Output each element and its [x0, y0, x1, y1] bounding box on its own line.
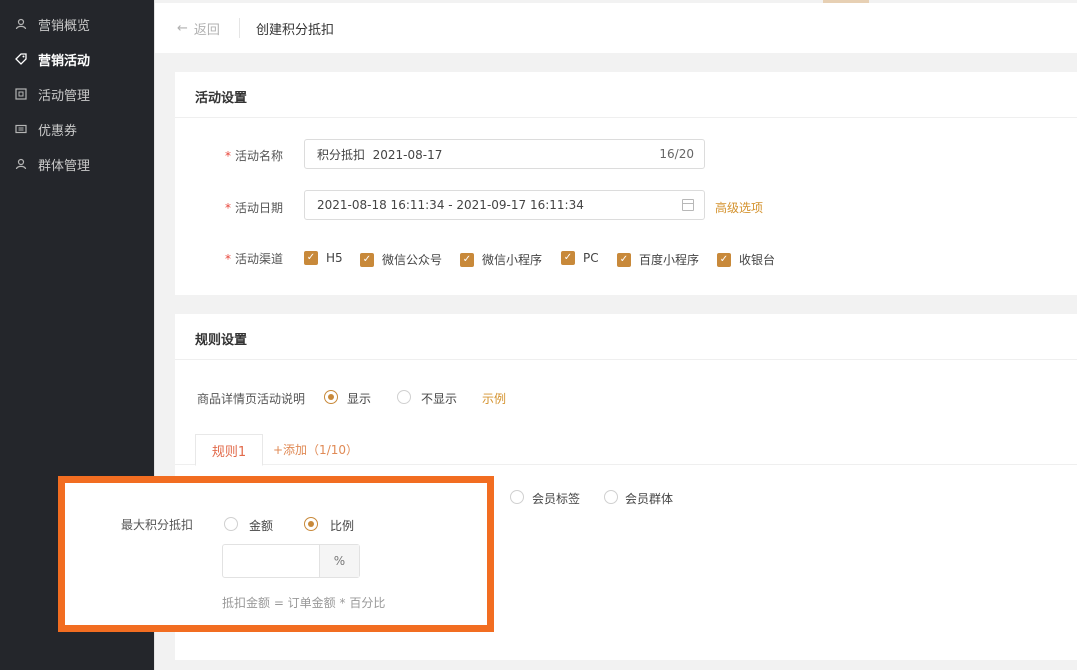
- tab-baseline: [175, 464, 1077, 465]
- activity-name-label: * 活动名称: [225, 147, 283, 164]
- sidebar-item-group-management[interactable]: 群体管理: [14, 154, 90, 174]
- deduct-formula-hint: 抵扣金额 = 订单金额 * 百分比: [222, 596, 386, 610]
- checkbox-checked-icon: ✓: [561, 251, 575, 265]
- channel-checkbox-cashier[interactable]: ✓ 收银台: [717, 251, 775, 268]
- tab-rule-1[interactable]: 规则1: [195, 434, 263, 466]
- channel-checkbox-pc[interactable]: ✓ PC: [561, 251, 599, 265]
- checkbox-label: 百度小程序: [639, 253, 700, 267]
- radio-show-label: 显示: [347, 392, 372, 406]
- divider: [175, 117, 1077, 118]
- max-deduct-highlight: 最大积分抵扣 金额 比例 % 抵扣金额 = 订单金额 * 百分比: [58, 476, 494, 632]
- tag-icon: [14, 52, 28, 66]
- add-rule-button[interactable]: +添加（1/10）: [273, 441, 358, 458]
- activity-settings-card: 活动设置 * 活动名称 积分抵扣 2021-08-17 16/20 * 活动日期 2…: [175, 72, 1077, 295]
- sidebar-item-label: 群体管理: [38, 158, 91, 174]
- radio-hide-label: 不显示: [421, 392, 458, 406]
- checkbox-label: 微信小程序: [482, 253, 543, 267]
- sidebar-item-marketing-overview[interactable]: 营销概览: [14, 14, 90, 34]
- section-title: 规则设置: [195, 333, 248, 348]
- label-text: 活动日期: [235, 201, 284, 215]
- header-divider: [239, 18, 240, 38]
- sidebar-item-label: 优惠券: [38, 123, 78, 139]
- user-icon: [14, 157, 28, 171]
- ticket-icon: [14, 122, 28, 136]
- activity-channel-label: * 活动渠道: [225, 250, 283, 267]
- checkbox-checked-icon: ✓: [460, 252, 474, 267]
- product-desc-label: 商品详情页活动说明: [197, 392, 306, 406]
- checkbox-checked-icon: ✓: [360, 252, 374, 267]
- example-link[interactable]: 示例: [482, 390, 506, 407]
- radio-member-group[interactable]: [604, 490, 618, 504]
- channel-checkbox-h5[interactable]: ✓ H5: [304, 251, 343, 265]
- checkbox-checked-icon: ✓: [304, 251, 318, 265]
- max-deduct-label: 最大积分抵扣: [121, 518, 194, 532]
- char-counter: 16/20: [659, 147, 694, 161]
- radio-amount[interactable]: [224, 517, 238, 531]
- activity-name-input[interactable]: 积分抵扣 2021-08-17 16/20: [304, 139, 705, 169]
- channel-checkbox-wechat-official[interactable]: ✓ 微信公众号: [360, 251, 442, 268]
- radio-show[interactable]: [324, 390, 338, 404]
- sidebar-item-label: 营销概览: [38, 18, 91, 34]
- checkbox-checked-icon: ✓: [617, 252, 631, 267]
- checkbox-label: 收银台: [739, 253, 776, 267]
- date-range-value: 2021-08-18 16:11:34 - 2021-09-17 16:11:3…: [317, 198, 584, 212]
- radio-amount-label: 金额: [249, 519, 274, 533]
- channel-checkbox-wechat-miniapp[interactable]: ✓ 微信小程序: [460, 251, 542, 268]
- required-mark: *: [225, 149, 231, 163]
- grid-icon: [14, 87, 28, 101]
- radio-member-group-label: 会员群体: [625, 492, 674, 506]
- checkbox-label: PC: [583, 251, 599, 265]
- radio-hide[interactable]: [397, 390, 411, 404]
- input-value: 积分抵扣 2021-08-17: [317, 147, 443, 162]
- back-button[interactable]: ← 返回: [177, 19, 220, 38]
- label-text: 活动名称: [235, 149, 284, 163]
- page-header: ← 返回 创建积分抵扣: [155, 3, 1077, 53]
- checkbox-label: H5: [326, 251, 343, 265]
- user-icon: [14, 17, 28, 31]
- ratio-input[interactable]: %: [222, 544, 360, 578]
- checkbox-checked-icon: ✓: [717, 252, 731, 267]
- activity-date-label: * 活动日期: [225, 199, 283, 216]
- advanced-options-link[interactable]: 高级选项: [715, 199, 763, 216]
- sidebar-item-marketing-activity[interactable]: 营销活动: [14, 49, 90, 69]
- divider: [175, 359, 1077, 360]
- sidebar-item-label: 活动管理: [38, 88, 91, 104]
- arrow-left-icon: ←: [177, 21, 188, 36]
- radio-member-tag[interactable]: [510, 490, 524, 504]
- required-mark: *: [225, 201, 231, 215]
- activity-date-picker[interactable]: 2021-08-18 16:11:34 - 2021-09-17 16:11:3…: [304, 190, 705, 220]
- calendar-icon: [682, 199, 694, 211]
- checkbox-label: 微信公众号: [382, 253, 443, 267]
- radio-ratio-label: 比例: [330, 519, 355, 533]
- channel-checkbox-baidu-miniapp[interactable]: ✓ 百度小程序: [617, 251, 699, 268]
- sidebar-item-label: 营销活动: [38, 53, 91, 69]
- sidebar-item-coupons[interactable]: 优惠券: [14, 119, 77, 139]
- radio-ratio[interactable]: [304, 517, 318, 531]
- label-text: 活动渠道: [235, 252, 284, 266]
- radio-member-tag-label: 会员标签: [532, 492, 581, 506]
- page-title: 创建积分抵扣: [256, 23, 335, 38]
- required-mark: *: [225, 252, 231, 266]
- sidebar-item-activity-management[interactable]: 活动管理: [14, 84, 90, 104]
- back-label: 返回: [193, 23, 220, 38]
- percent-suffix: %: [319, 545, 359, 577]
- section-title: 活动设置: [195, 91, 248, 106]
